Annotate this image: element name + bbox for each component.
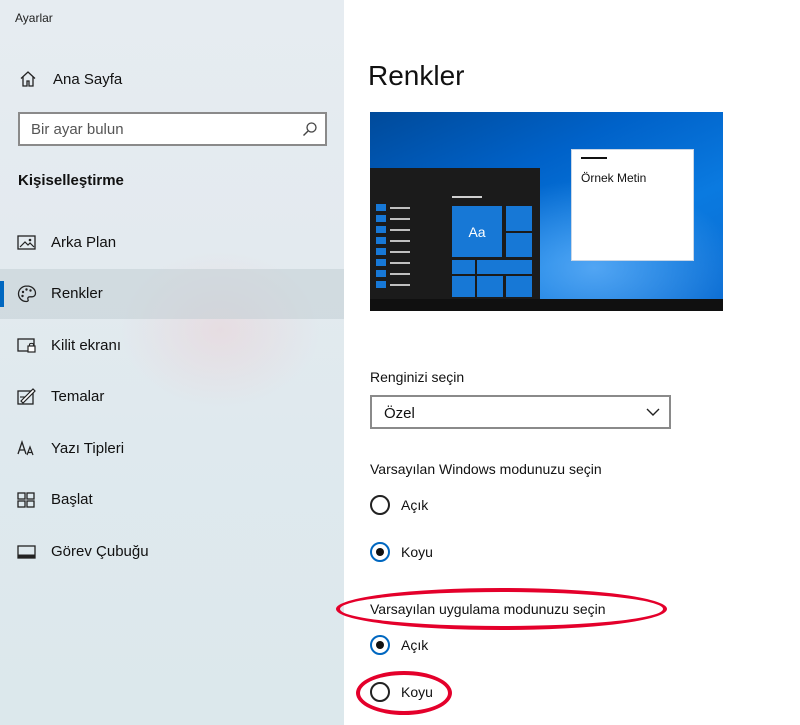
windows-mode-light-radio[interactable]: Açık (370, 493, 570, 517)
preview-rail-block (376, 237, 386, 244)
color-select-label: Renginizi seçin (370, 369, 465, 385)
preview-rail-block (376, 281, 386, 288)
chevron-down-icon (646, 408, 660, 416)
preview-rail-block (376, 226, 386, 233)
sidebar-item-taskbar[interactable]: Görev Çubuğu (0, 527, 344, 577)
color-select[interactable]: Özel (370, 395, 671, 429)
preview-tile (452, 260, 475, 274)
windows-mode-label: Varsayılan Windows modunuzu seçin (370, 461, 602, 477)
sidebar-item-label: Kilit ekranı (51, 337, 122, 354)
radio-label: Koyu (401, 544, 433, 560)
sidebar-item-label: Arka Plan (51, 234, 117, 251)
preview-rail-block (376, 204, 386, 211)
search-input[interactable] (20, 114, 290, 144)
radio-circle[interactable] (370, 542, 390, 562)
main-content: Renkler Aa Örnek Metin Renginizi seçin Ö… (336, 0, 800, 725)
sidebar-item-label: Yazı Tipleri (51, 440, 125, 457)
sidebar-item-colors[interactable]: Renkler (0, 269, 344, 319)
windows-mode-dark-radio[interactable]: Koyu (370, 540, 570, 564)
palette-icon (17, 285, 37, 303)
search-icon[interactable] (302, 121, 318, 137)
sidebar-item-label: Temalar (51, 388, 105, 405)
page-title: Renkler (368, 60, 465, 91)
preview-rail-block (376, 215, 386, 222)
radio-circle[interactable] (370, 495, 390, 515)
radio-label: Açık (401, 497, 429, 513)
color-select-value: Özel (384, 405, 415, 422)
taskbar-icon (17, 545, 36, 559)
preview-tile (506, 233, 532, 257)
sidebar-item-background[interactable]: Arka Plan (0, 218, 344, 268)
preview-taskbar (370, 299, 723, 311)
app-title: Ayarlar (15, 11, 53, 25)
radio-circle[interactable] (370, 682, 390, 702)
preview-sample-window: Örnek Metin (571, 149, 694, 261)
themes-icon (17, 388, 36, 405)
preview-start-menu: Aa (370, 168, 540, 299)
preview-tile (506, 276, 532, 297)
start-icon (17, 492, 35, 508)
preview-tile (452, 276, 475, 297)
fonts-icon (17, 439, 34, 456)
sidebar: Ayarlar Ana Sayfa Kişiselleştirme Arka P… (0, 0, 344, 725)
preview-rail-block (376, 248, 386, 255)
sidebar-item-label: Başlat (51, 491, 93, 508)
preview-list-line (390, 251, 410, 253)
lock-screen-icon (17, 338, 36, 353)
preview-list-line (390, 229, 410, 231)
preview-list-line (390, 240, 410, 242)
preview-tile (506, 206, 532, 231)
preview-list-line (390, 262, 410, 264)
sidebar-item-themes[interactable]: Temalar (0, 372, 344, 422)
preview-tile (477, 260, 532, 274)
color-preview: Aa Örnek Metin (370, 112, 723, 311)
preview-window-titlebar (581, 157, 607, 159)
radio-label: Açık (401, 637, 429, 653)
preview-sample-text: Örnek Metin (581, 171, 647, 185)
preview-start-header-line (452, 196, 482, 198)
radio-circle[interactable] (370, 635, 390, 655)
preview-list-line (390, 284, 410, 286)
app-mode-light-radio[interactable]: Açık (370, 633, 570, 657)
sidebar-item-lock-screen[interactable]: Kilit ekranı (0, 321, 344, 371)
sidebar-item-fonts[interactable]: Yazı Tipleri (0, 424, 344, 474)
preview-tile-large: Aa (452, 206, 502, 257)
section-title: Kişiselleştirme (18, 172, 124, 189)
sidebar-item-label: Görev Çubuğu (51, 543, 149, 560)
picture-icon (17, 235, 36, 250)
preview-list-line (390, 218, 410, 220)
sidebar-item-label: Renkler (51, 285, 103, 302)
preview-start-rail (376, 204, 386, 296)
radio-label: Koyu (401, 684, 433, 700)
sidebar-item-start[interactable]: Başlat (0, 475, 344, 525)
home-label: Ana Sayfa (53, 71, 123, 88)
preview-tile (477, 276, 503, 297)
home-icon (20, 71, 36, 87)
search-box[interactable] (18, 112, 327, 146)
home-link[interactable]: Ana Sayfa (0, 60, 344, 100)
app-mode-label: Varsayılan uygulama modunuzu seçin (370, 601, 606, 617)
preview-list-line (390, 207, 410, 209)
app-mode-dark-radio[interactable]: Koyu (370, 680, 570, 704)
preview-rail-block (376, 259, 386, 266)
preview-rail-block (376, 270, 386, 277)
preview-list-line (390, 273, 410, 275)
